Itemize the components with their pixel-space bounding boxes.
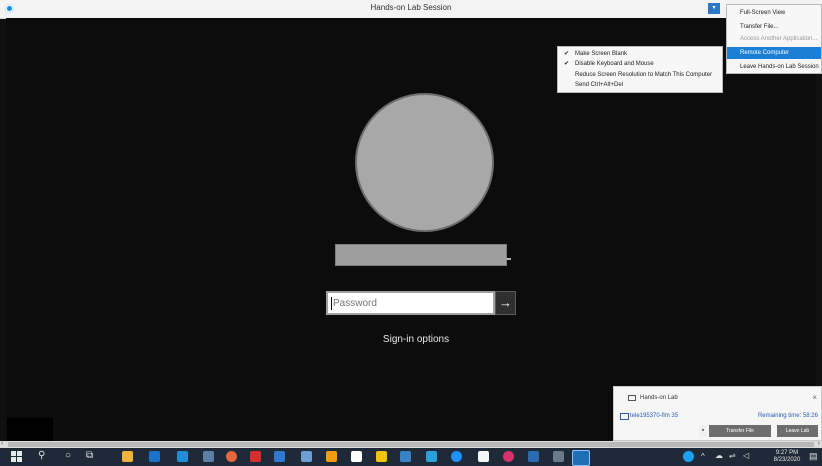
- search-icon[interactable]: ⚲: [38, 450, 45, 461]
- horizontal-scrollbar[interactable]: ‹ ›: [0, 440, 822, 448]
- password-placeholder: Password: [333, 298, 377, 309]
- host-name[interactable]: tele195370-flm 35: [630, 413, 678, 419]
- scroll-thumb[interactable]: [8, 442, 814, 447]
- submenu-item-label: Reduce Screen Resolution to Match This C…: [575, 72, 712, 78]
- redacted-block: [7, 418, 53, 442]
- submenu-item-make-screen-blank[interactable]: ✔ Make Screen Blank: [558, 49, 722, 59]
- chrome-icon[interactable]: [226, 451, 237, 462]
- store-icon[interactable]: [376, 451, 387, 462]
- submenu-item-reduce-resolution[interactable]: Reduce Screen Resolution to Match This C…: [558, 70, 722, 80]
- vlc-icon[interactable]: [326, 451, 337, 462]
- menu-item-transfer-file[interactable]: Transfer File...: [727, 21, 821, 33]
- remaining-time: Remaining time: 58:26: [757, 413, 818, 419]
- user-name-redacted: [335, 244, 507, 266]
- volume-icon[interactable]: ◁: [743, 451, 749, 460]
- webex-taskbar-icon[interactable]: [572, 450, 590, 466]
- remote-app-icon[interactable]: [528, 451, 539, 462]
- submenu-item-label: Disable Keyboard and Mouse: [575, 61, 654, 67]
- scroll-right-icon[interactable]: ›: [818, 440, 820, 447]
- check-icon: ✔: [564, 51, 570, 57]
- tray-caret-icon[interactable]: ^: [701, 452, 705, 461]
- title-bar: Hands-on Lab Session ▾: [0, 0, 822, 19]
- network-icon[interactable]: ⇌: [729, 451, 736, 460]
- cortana-icon[interactable]: ○: [65, 450, 71, 461]
- clock[interactable]: 9:27 PM 8/23/2020: [770, 450, 804, 464]
- submenu-item-disable-keyboard-mouse[interactable]: ✔ Disable Keyboard and Mouse: [558, 59, 722, 69]
- leave-lab-button[interactable]: Leave Lab: [777, 425, 818, 437]
- vpn-icon[interactable]: [274, 451, 285, 462]
- scroll-left-icon[interactable]: ‹: [1, 440, 3, 447]
- internet-explorer-icon[interactable]: [451, 451, 462, 462]
- help-tray-icon[interactable]: [683, 451, 694, 462]
- windows-start-icon[interactable]: [11, 451, 22, 462]
- task-view-icon[interactable]: ⧉: [86, 450, 93, 461]
- text-cursor: [331, 297, 332, 310]
- clock-date: 8/23/2020: [773, 457, 801, 463]
- clock-time: 9:27 PM: [775, 450, 799, 456]
- paint-icon[interactable]: [426, 451, 437, 462]
- monitor-icon: [628, 395, 636, 401]
- name-underscore: [506, 258, 511, 260]
- file-icon: ▪: [699, 425, 707, 437]
- music-app-icon[interactable]: [503, 451, 514, 462]
- lab-icon[interactable]: [301, 451, 312, 462]
- menu-flag-icon[interactable]: ▾: [708, 3, 720, 14]
- menu-item-full-screen[interactable]: Full-Screen View: [727, 7, 821, 19]
- notepad-icon[interactable]: [478, 451, 489, 462]
- network-app-icon[interactable]: [400, 451, 411, 462]
- acrobat-icon[interactable]: [250, 451, 261, 462]
- transfer-file-button[interactable]: Transfer File: [709, 425, 771, 437]
- submit-arrow-button[interactable]: →: [495, 291, 516, 315]
- computer-icon: [620, 413, 629, 420]
- menu-item-access-another-app: Access Another Application...: [740, 36, 818, 42]
- remote-computer-submenu: ✔ Make Screen Blank ✔ Disable Keyboard a…: [557, 46, 723, 93]
- amazon-icon[interactable]: [351, 451, 362, 462]
- mail-icon[interactable]: [177, 451, 188, 462]
- menu-item-leave-session[interactable]: Leave Hands-on Lab Session: [727, 61, 821, 73]
- calendar-icon[interactable]: [203, 451, 214, 462]
- outlook-icon[interactable]: [149, 451, 160, 462]
- menu-item-remote-computer[interactable]: Remote Computer: [727, 47, 821, 59]
- close-icon[interactable]: ×: [812, 393, 817, 402]
- session-menu: Full-Screen View Transfer File... Access…: [726, 4, 822, 74]
- submenu-item-label: Make Screen Blank: [575, 51, 628, 57]
- submenu-item-label: Send Ctrl+Alt+Del: [575, 82, 624, 88]
- calculator-icon[interactable]: [553, 451, 564, 462]
- window-title: Hands-on Lab Session: [370, 3, 452, 12]
- file-explorer-icon[interactable]: [122, 451, 133, 462]
- user-avatar: [355, 93, 494, 232]
- password-input[interactable]: Password: [326, 291, 495, 315]
- check-icon: ✔: [564, 61, 570, 67]
- submenu-item-send-ctrl-alt-del[interactable]: Send Ctrl+Alt+Del: [558, 80, 722, 90]
- taskbar: ⚲ ○ ⧉ ^ ☁ ⇌ ◁ 9:27 PM 8/23/2020 ▤: [0, 448, 822, 466]
- hands-on-lab-panel: Hands-on Lab × tele195370-flm 35 Remaini…: [613, 386, 822, 441]
- notifications-icon[interactable]: ▤: [809, 451, 818, 462]
- sign-in-options-link[interactable]: Sign-in options: [336, 334, 496, 345]
- cloud-icon[interactable]: ☁: [715, 451, 723, 460]
- panel-title: Hands-on Lab: [640, 395, 678, 401]
